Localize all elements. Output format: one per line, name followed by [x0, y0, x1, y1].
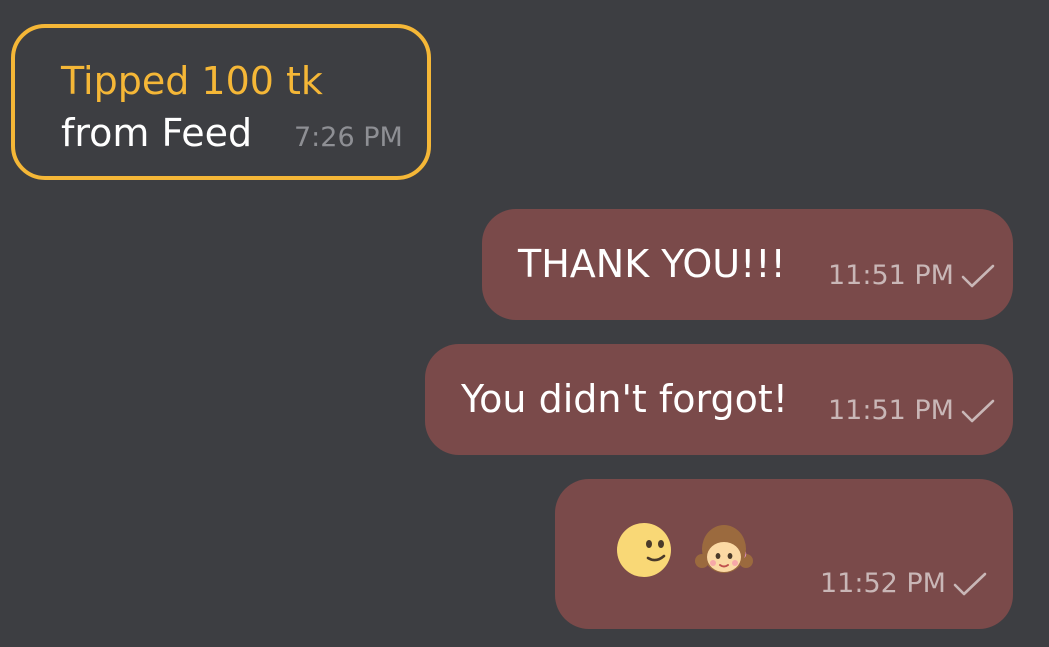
- outgoing-message-bubble[interactable]: You didn't forgot! 11:51 PM: [425, 344, 1013, 455]
- tip-amount-label: Tipped 100 tk: [61, 59, 323, 103]
- check-icon: [961, 399, 995, 423]
- message-meta: 11:52 PM: [820, 566, 988, 602]
- tip-source-label: from Feed: [61, 111, 253, 155]
- outgoing-message-bubble[interactable]: THANK YOU!!! 11:51 PM: [482, 209, 1013, 320]
- tip-message-bubble[interactable]: Tipped 100 tk from Feed 7:26 PM: [11, 24, 431, 180]
- check-icon: [961, 264, 995, 288]
- chat-thread: Tipped 100 tk from Feed 7:26 PM THANK YO…: [0, 0, 1049, 647]
- message-timestamp: 11:51 PM: [828, 395, 954, 426]
- emoji-row: [613, 519, 755, 581]
- message-meta: 11:51 PM: [828, 258, 996, 294]
- message-timestamp: 11:51 PM: [828, 260, 954, 291]
- message-timestamp: 11:52 PM: [820, 568, 946, 599]
- message-timestamp: 7:26 PM: [294, 122, 403, 153]
- message-meta: 11:51 PM: [828, 393, 996, 429]
- outgoing-message-bubble[interactable]: 11:52 PM: [555, 479, 1013, 629]
- message-text: You didn't forgot!: [461, 377, 788, 421]
- girl-emoji: [695, 525, 753, 573]
- message-text: THANK YOU!!!: [518, 242, 786, 286]
- check-icon: [953, 572, 987, 596]
- slightly-smiling-face-emoji: [617, 523, 671, 577]
